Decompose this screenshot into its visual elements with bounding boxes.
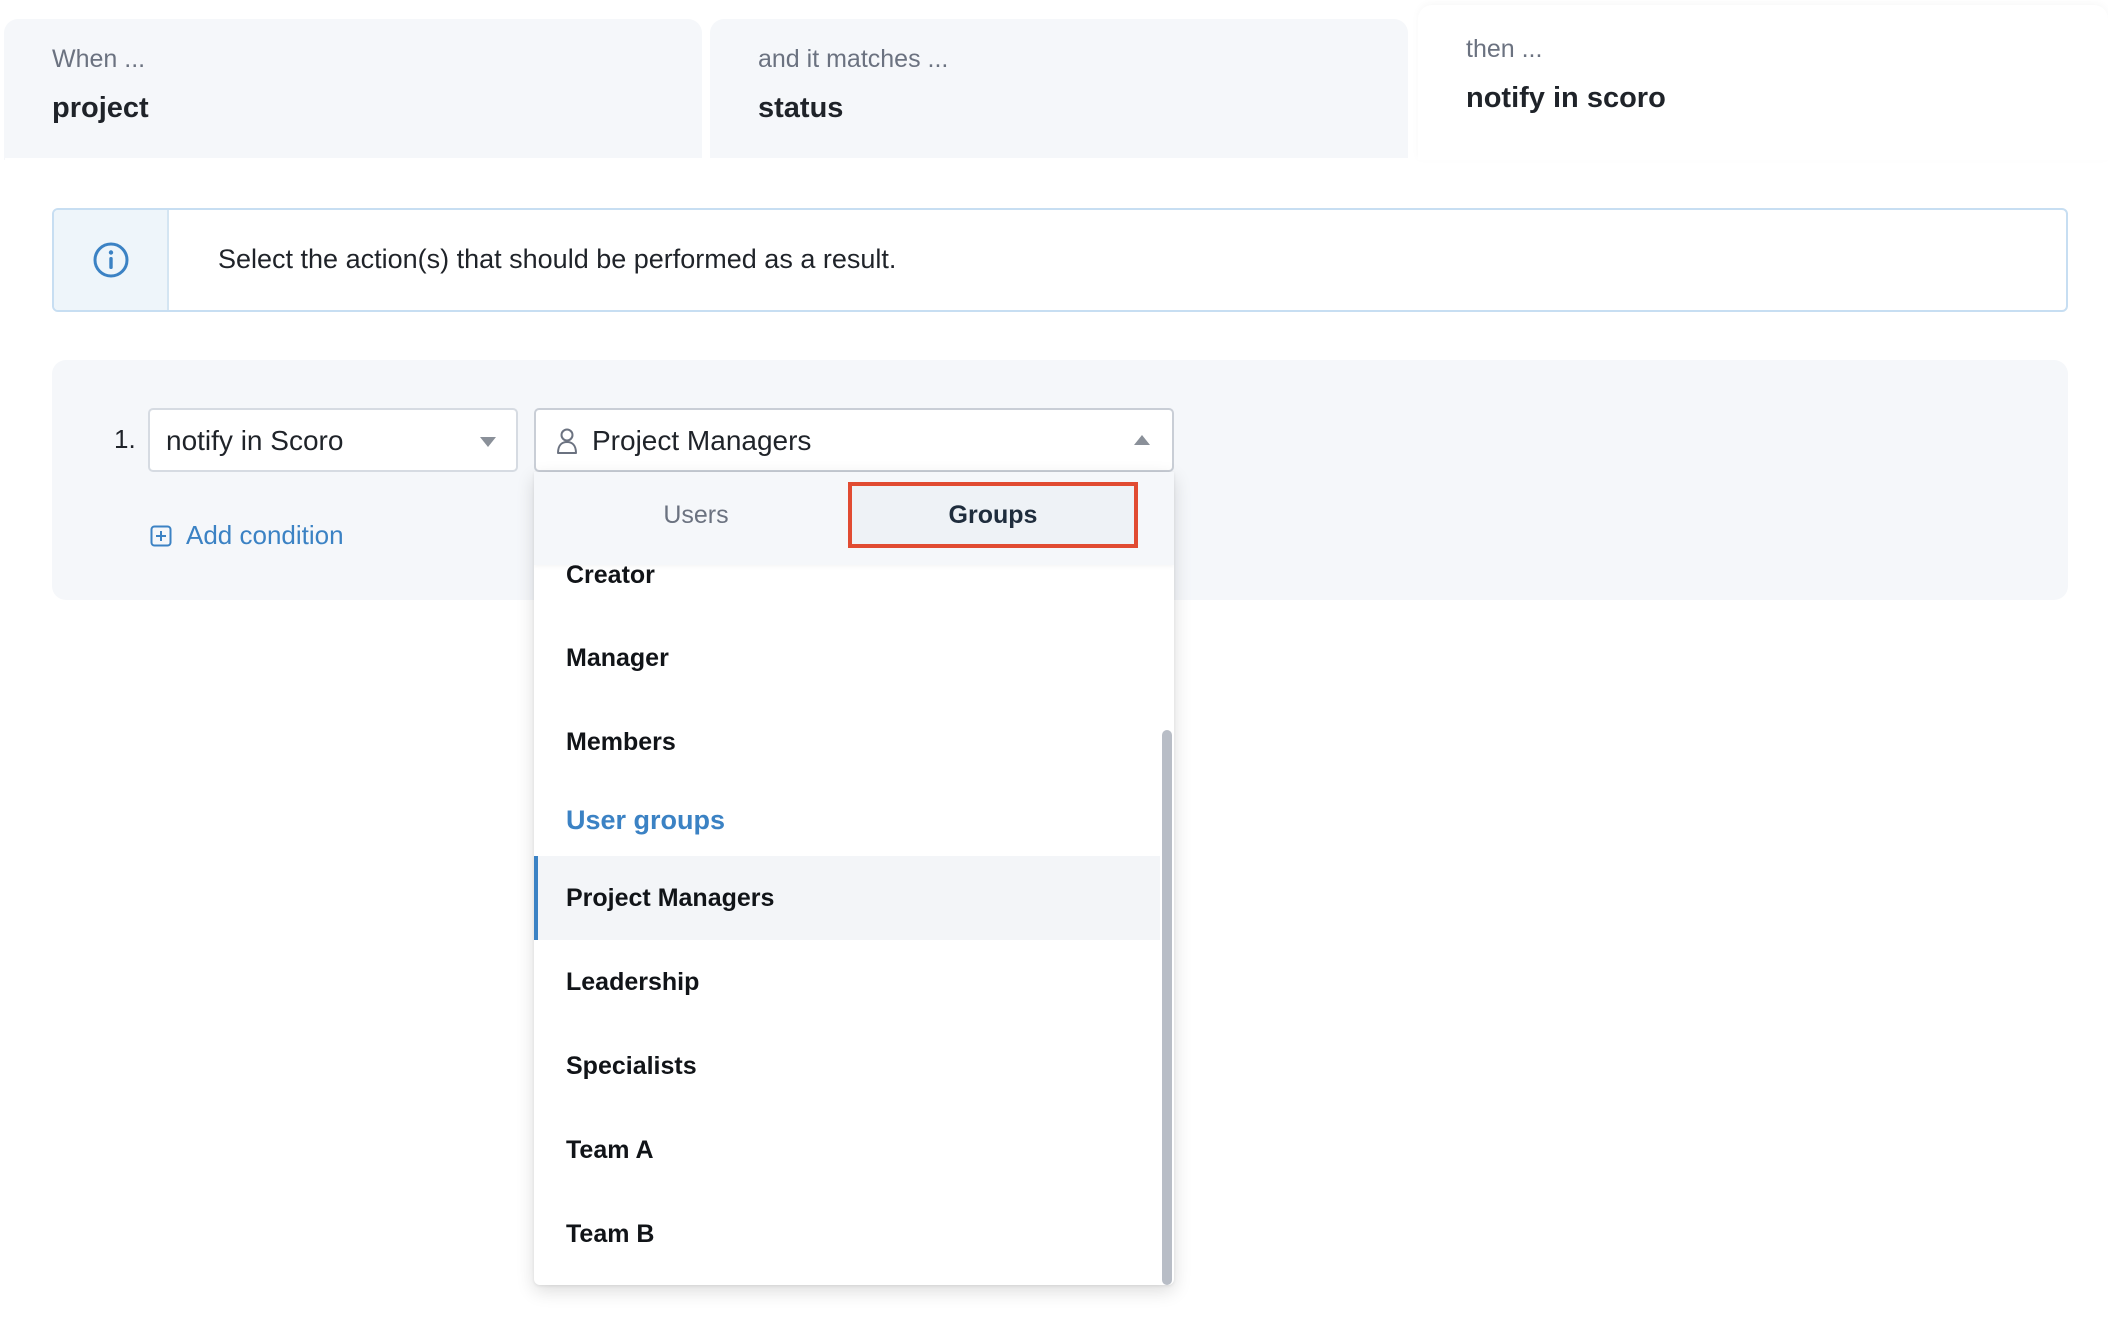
info-icon-box [54,210,169,310]
step-action-label: then ... [1466,35,1543,63]
step-trigger[interactable]: When ... project [4,19,702,160]
recipient-dropdown: Users Groups Creator Manager Members Use… [534,472,1174,1285]
list-item-team-b[interactable]: Team B [534,1192,1160,1276]
list-item-specialists[interactable]: Specialists [534,1024,1160,1108]
action-type-value: notify in Scoro [166,425,344,456]
list-item-members[interactable]: Members [534,700,1160,784]
step-condition-label: and it matches ... [758,45,949,73]
add-condition-label: Add condition [186,520,344,550]
plus-square-icon [150,525,172,546]
info-text: Select the action(s) that should be perf… [218,244,897,274]
tab-groups[interactable]: Groups [848,482,1138,548]
step-trigger-label: When ... [52,45,146,73]
add-condition-button[interactable]: Add condition [150,520,344,551]
action-number: 1. [114,424,136,454]
list-item-project-managers[interactable]: Project Managers [534,856,1160,940]
list-item-manager[interactable]: Manager [534,616,1160,700]
recipient-value: Project Managers [592,425,812,456]
dropdown-tabs: Users Groups [534,472,1174,565]
step-condition[interactable]: and it matches ... status [710,19,1408,160]
page: When ... project and it matches ... stat… [0,0,2108,1336]
list-item-team-a[interactable]: Team A [534,1108,1160,1192]
section-header-user-groups: User groups [566,805,726,835]
info-banner: Select the action(s) that should be perf… [52,208,2068,312]
recipient-select[interactable]: Project Managers [534,408,1174,472]
info-icon [93,242,128,278]
dropdown-scrollbar[interactable] [1162,730,1172,1285]
chevron-down-icon [480,437,496,447]
list-item-leadership[interactable]: Leadership [534,940,1160,1024]
tab-users[interactable]: Users [551,482,841,548]
step-action[interactable]: then ... notify in scoro [1418,5,2108,160]
step-trigger-value: project [52,92,149,124]
action-type-select[interactable]: notify in Scoro [148,408,518,472]
user-icon [557,428,577,454]
chevron-up-icon [1134,435,1150,445]
step-condition-value: status [758,92,844,124]
step-action-value: notify in scoro [1466,82,1666,114]
